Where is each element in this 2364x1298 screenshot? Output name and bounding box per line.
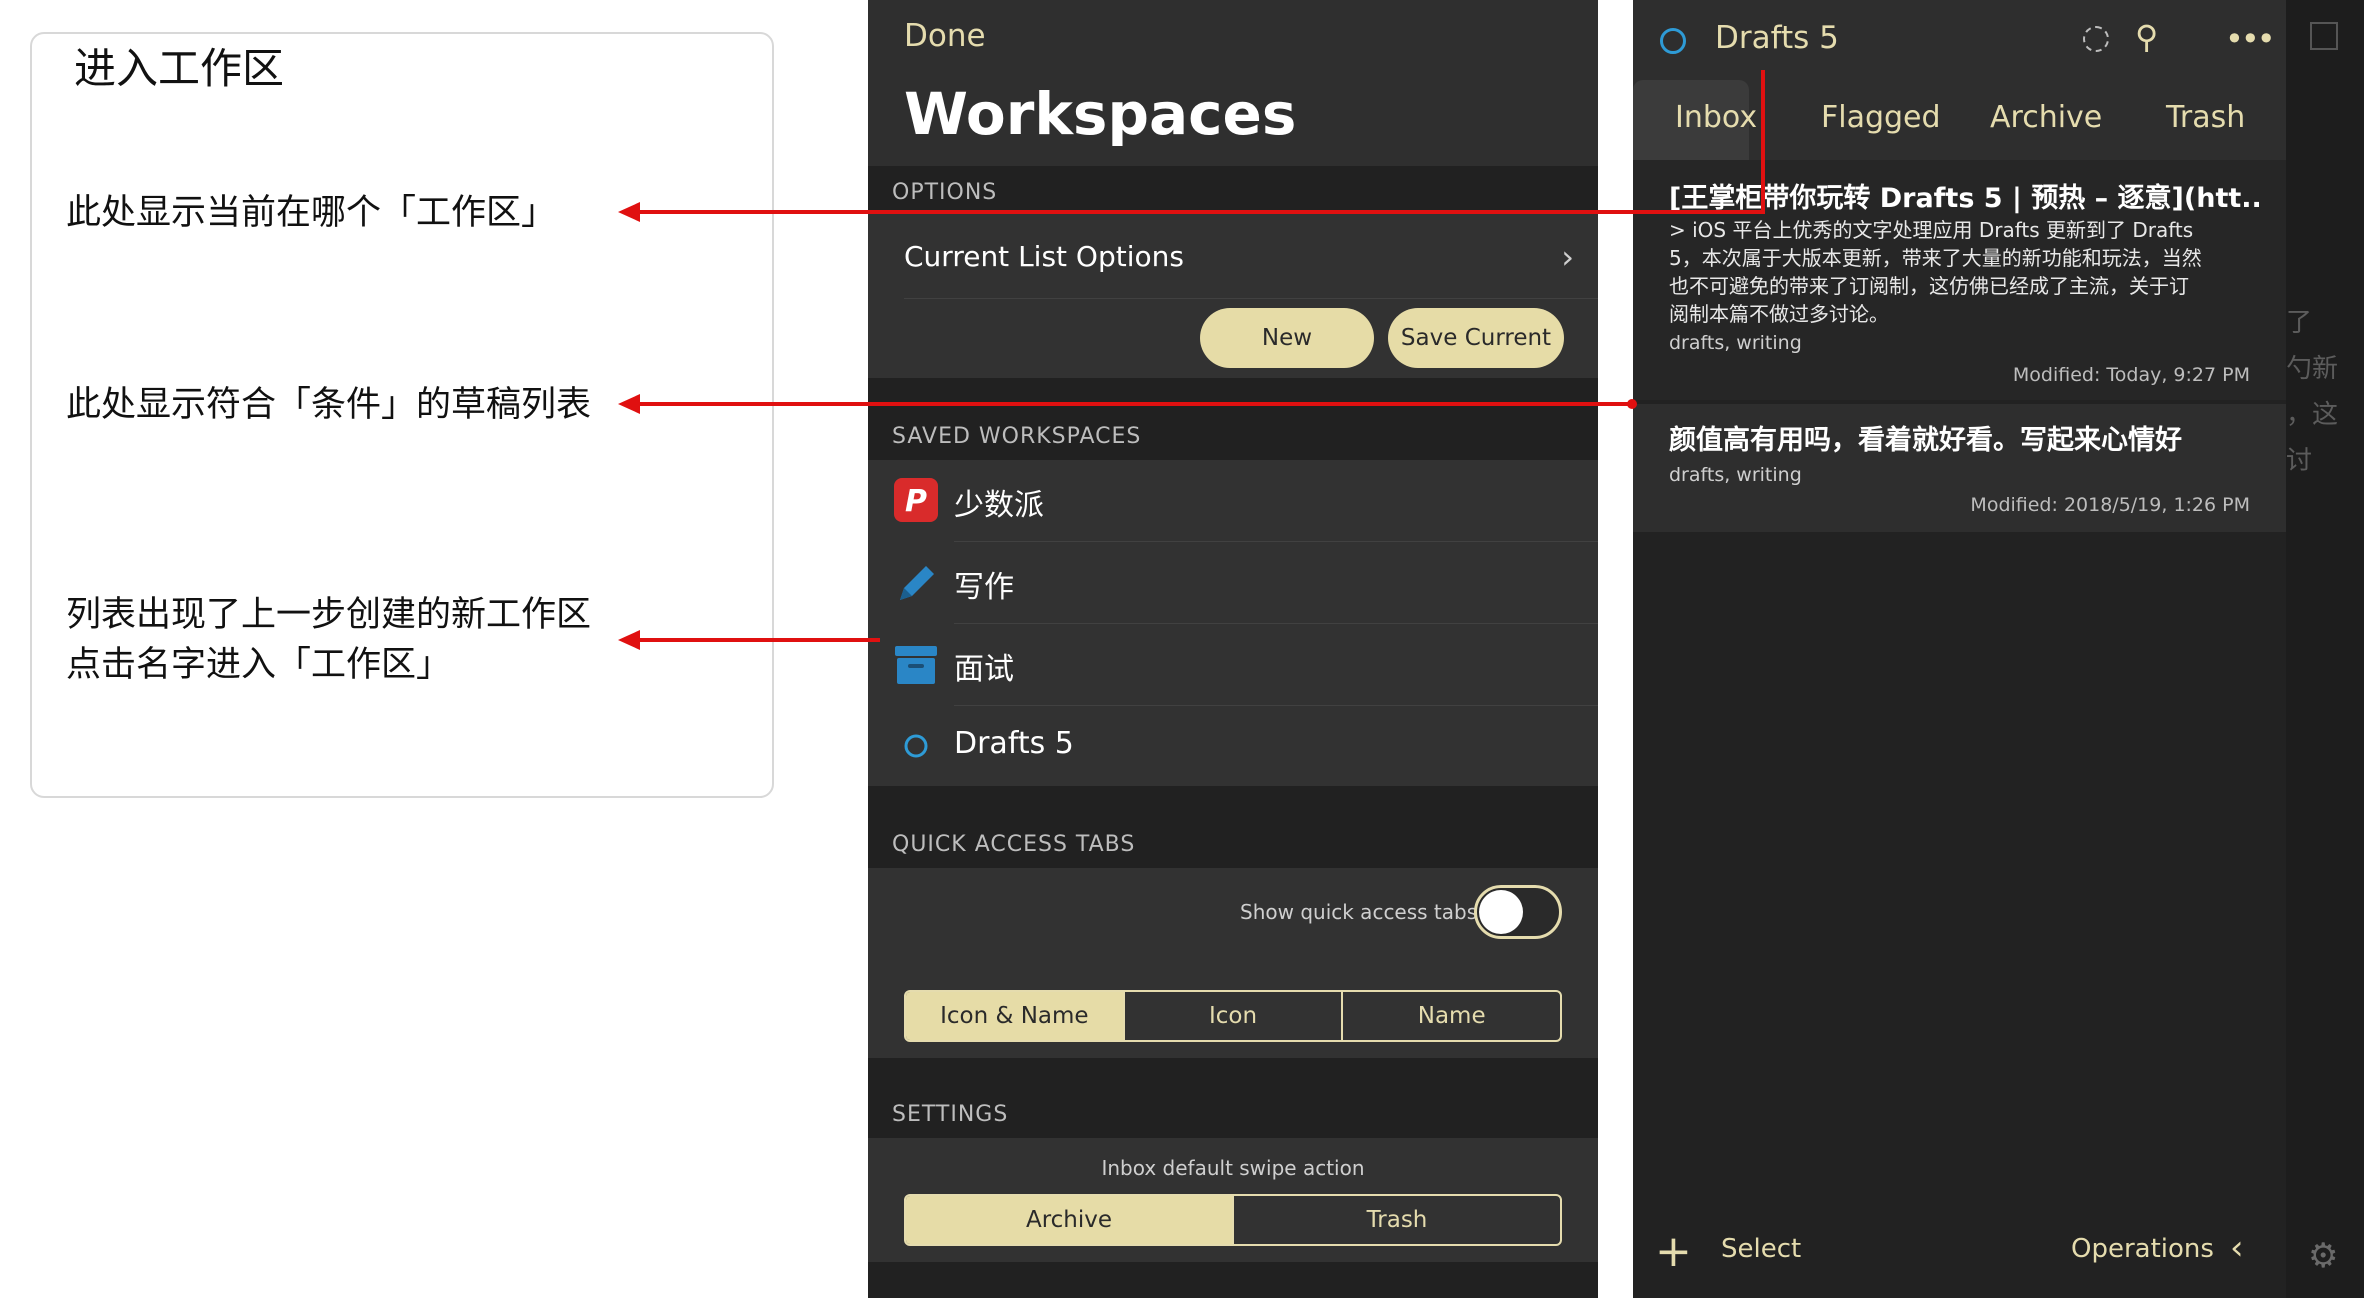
arrow-current-workspace [630,70,1765,214]
arrowhead [618,394,640,414]
annotation-arrows [618,70,1765,650]
arrow-origin-dot [1627,399,1637,409]
arrowhead [618,630,640,650]
arrowhead [618,202,640,222]
